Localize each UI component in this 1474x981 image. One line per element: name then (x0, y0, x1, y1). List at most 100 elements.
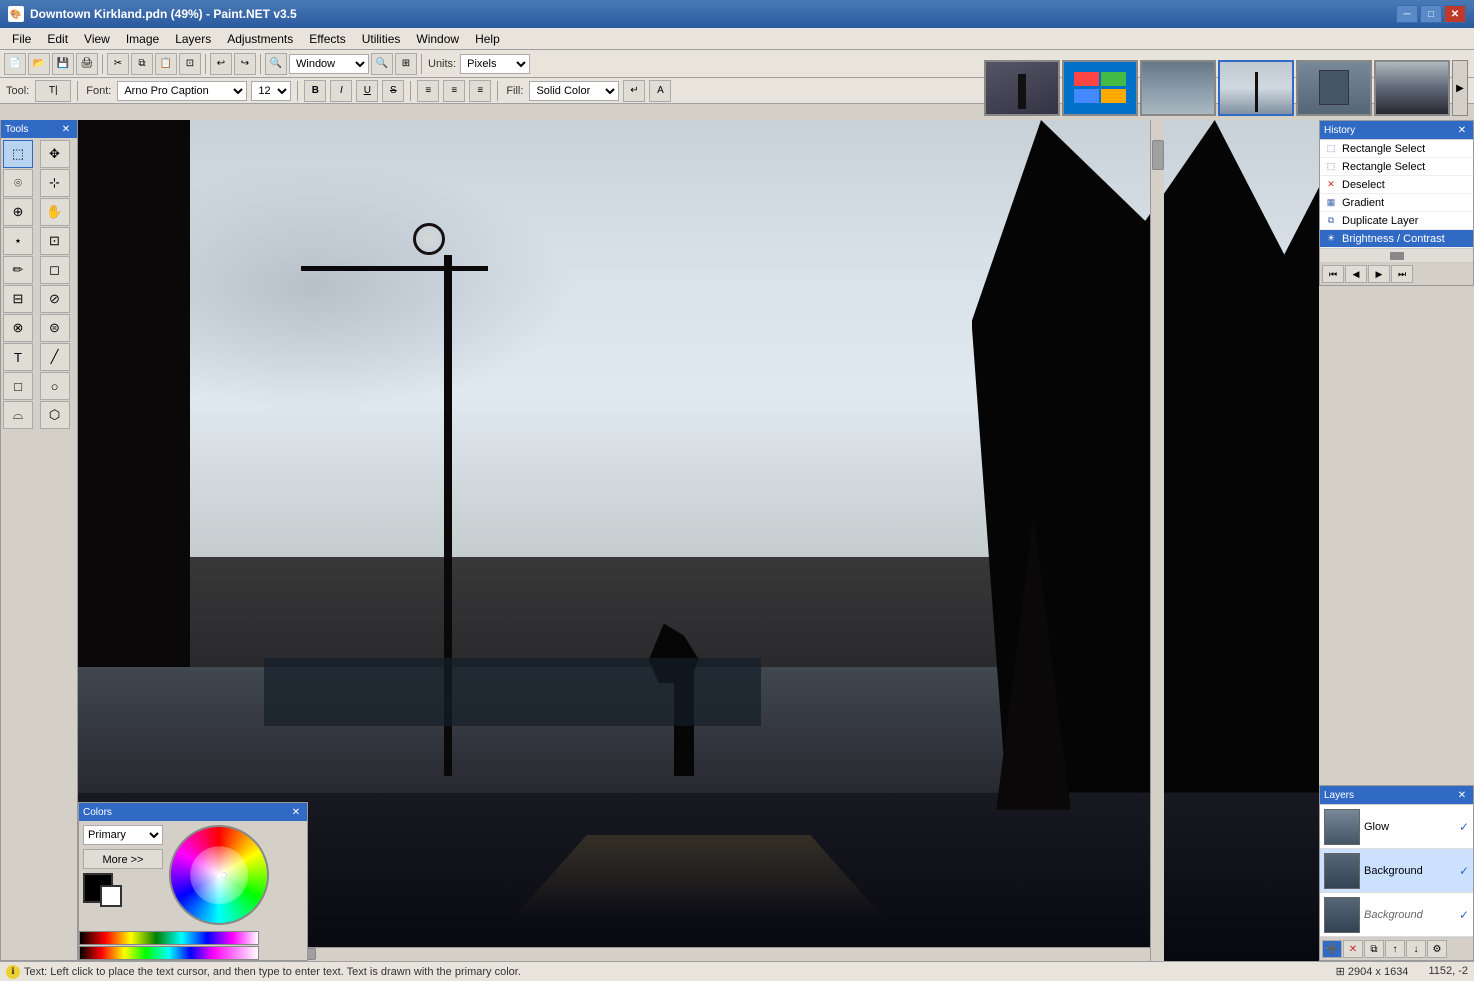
tool-move[interactable]: ✥ (40, 140, 70, 168)
print-button[interactable]: 🖨 (76, 53, 98, 75)
zoom-out-button[interactable]: 🔍 (371, 53, 393, 75)
menu-layers[interactable]: Layers (167, 30, 219, 48)
minimize-button[interactable]: ─ (1396, 5, 1418, 23)
aa-button[interactable]: A (649, 80, 671, 102)
tools-close-button[interactable]: ✕ (59, 122, 73, 136)
layer-delete-button[interactable]: ✕ (1343, 940, 1363, 958)
tool-smudge[interactable]: ⊜ (40, 314, 70, 342)
history-item-5[interactable]: ☀ Brightness / Contrast (1320, 230, 1473, 248)
layer-item-1[interactable]: Background ✓ (1320, 849, 1473, 893)
thumb-statue[interactable] (984, 60, 1060, 116)
layer-down-button[interactable]: ↓ (1406, 940, 1426, 958)
paste-button[interactable]: 📋 (155, 53, 177, 75)
redo-button[interactable]: ↪ (234, 53, 256, 75)
layers-close-button[interactable]: ✕ (1455, 788, 1469, 802)
tool-ellipse[interactable]: ○ (40, 372, 70, 400)
history-back-button[interactable]: ◀ (1345, 265, 1367, 283)
open-button[interactable]: 📂 (28, 53, 50, 75)
tool-eraser[interactable]: ◻ (40, 256, 70, 284)
thumb-building[interactable] (1296, 60, 1372, 116)
tool-move-selected[interactable]: ⊹ (40, 169, 70, 197)
layer-item-2[interactable]: Background ✓ (1320, 893, 1473, 937)
history-first-button[interactable]: ⏮ (1322, 265, 1344, 283)
menu-window[interactable]: Window (408, 30, 467, 48)
layer-item-0[interactable]: Glow ✓ (1320, 805, 1473, 849)
menu-help[interactable]: Help (467, 30, 508, 48)
close-button[interactable]: ✕ (1444, 5, 1466, 23)
colors-close-button[interactable]: ✕ (289, 805, 303, 819)
new-button[interactable]: 📄 (4, 53, 26, 75)
layer-visible-0[interactable]: ✓ (1459, 820, 1469, 834)
history-item-0[interactable]: ⬚ Rectangle Select (1320, 140, 1473, 158)
copy-button[interactable]: ⧉ (131, 53, 153, 75)
grid-button[interactable]: ⊞ (395, 53, 417, 75)
history-item-4[interactable]: ⧉ Duplicate Layer (1320, 212, 1473, 230)
history-item-2[interactable]: ✕ Deselect (1320, 176, 1473, 194)
thumb-windows[interactable] (1062, 60, 1138, 116)
color-gradient-bar[interactable] (79, 931, 259, 945)
font-size-select[interactable]: 12 (251, 81, 291, 101)
scrollbar-thumb-v[interactable] (1152, 140, 1164, 170)
thumbnail-scroll-right[interactable]: ▶ (1452, 60, 1468, 116)
cut-button[interactable]: ✂ (107, 53, 129, 75)
menu-edit[interactable]: Edit (39, 30, 76, 48)
layer-visible-1[interactable]: ✓ (1459, 864, 1469, 878)
menu-effects[interactable]: Effects (301, 30, 353, 48)
layer-add-button[interactable]: ➕ (1322, 940, 1342, 958)
tool-pan[interactable]: ✋ (40, 198, 70, 226)
tool-polygon[interactable]: ⬡ (40, 401, 70, 429)
color-mode-select[interactable]: Primary Secondary (83, 825, 163, 845)
fill-mode-select[interactable]: Solid Color Gradient (529, 81, 619, 101)
tool-text[interactable]: T (3, 343, 33, 371)
color-wheel[interactable] (169, 825, 269, 925)
history-header[interactable]: History ✕ (1320, 121, 1473, 139)
deselect-button[interactable]: ⊡ (179, 53, 201, 75)
secondary-color-swatch[interactable] (100, 885, 122, 907)
maximize-button[interactable]: □ (1420, 5, 1442, 23)
underline-button[interactable]: U (356, 80, 378, 102)
tool-zoom[interactable]: ⊕ (3, 198, 33, 226)
layers-header[interactable]: Layers ✕ (1320, 786, 1473, 804)
layer-visible-2[interactable]: ✓ (1459, 908, 1469, 922)
align-left-button[interactable]: ≡ (417, 80, 439, 102)
tool-lasso[interactable]: ⌾ (3, 169, 33, 197)
history-forward-button[interactable]: ▶ (1368, 265, 1390, 283)
menu-view[interactable]: View (76, 30, 118, 48)
italic-button[interactable]: I (330, 80, 352, 102)
title-bar-controls[interactable]: ─ □ ✕ (1396, 5, 1466, 23)
tool-paintbucket[interactable]: ⊟ (3, 285, 33, 313)
commit-button[interactable]: ↵ (623, 80, 645, 102)
history-last-button[interactable]: ⏭ (1391, 265, 1413, 283)
menu-adjustments[interactable]: Adjustments (219, 30, 301, 48)
strikethrough-button[interactable]: S (382, 80, 404, 102)
tool-rectangle-select[interactable]: ⬚ (3, 140, 33, 168)
thumb-sky[interactable] (1218, 60, 1294, 116)
tool-clone[interactable]: ⊡ (40, 227, 70, 255)
font-family-select[interactable]: Arno Pro Caption (117, 81, 247, 101)
tool-magic-wand[interactable]: ⋆ (3, 227, 33, 255)
save-button[interactable]: 💾 (52, 53, 74, 75)
history-close-button[interactable]: ✕ (1455, 123, 1469, 137)
history-scroll-thumb[interactable] (1390, 252, 1404, 260)
menu-image[interactable]: Image (118, 30, 167, 48)
canvas-scrollbar-vertical[interactable] (1150, 120, 1164, 961)
history-item-1[interactable]: ⬚ Rectangle Select (1320, 158, 1473, 176)
thumb-kirkland[interactable] (1374, 60, 1450, 116)
layer-up-button[interactable]: ↑ (1385, 940, 1405, 958)
tool-color-picker[interactable]: ⊘ (40, 285, 70, 313)
more-colors-button[interactable]: More >> (83, 849, 163, 869)
layer-settings-button[interactable]: ⚙ (1427, 940, 1447, 958)
align-center-button[interactable]: ≡ (443, 80, 465, 102)
history-scrollbar[interactable] (1320, 248, 1473, 262)
tool-line[interactable]: ╱ (40, 343, 70, 371)
color-swatches-bar[interactable] (79, 946, 259, 960)
window-mode-select[interactable]: Window Screen (289, 54, 369, 74)
units-select[interactable]: Pixels Inches Centimeters (460, 54, 530, 74)
tool-brush[interactable]: ⊗ (3, 314, 33, 342)
bold-button[interactable]: B (304, 80, 326, 102)
tool-rectangle[interactable]: □ (3, 372, 33, 400)
menu-utilities[interactable]: Utilities (354, 30, 409, 48)
thumb-sunset[interactable] (1140, 60, 1216, 116)
tool-freeform[interactable]: ⌓ (3, 401, 33, 429)
align-right-button[interactable]: ≡ (469, 80, 491, 102)
